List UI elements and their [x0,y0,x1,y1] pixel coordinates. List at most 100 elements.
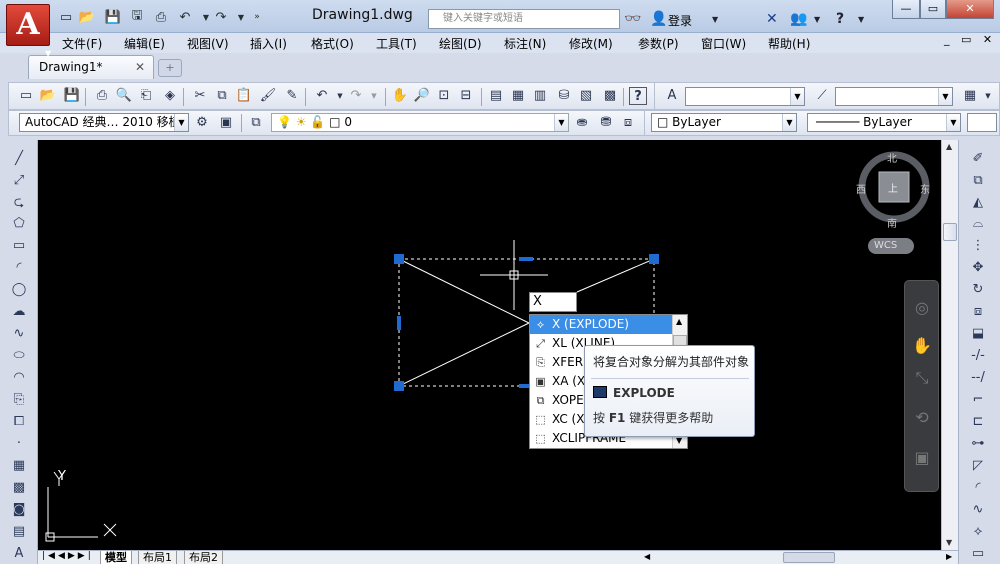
zoom-window-icon[interactable]: ⊡ [435,87,453,105]
chamfer-icon[interactable]: ◸ [967,457,989,475]
menu-insert[interactable]: 插入(I) [250,35,287,52]
table-style-dropdown-icon[interactable]: ▼ [979,87,997,105]
new-tab-button[interactable]: + [158,59,182,77]
line-icon[interactable]: ╱ [8,150,30,168]
scale-icon[interactable]: ⧈ [967,303,989,321]
user-group-icon[interactable]: 👥 [790,11,807,27]
layer-properties-icon[interactable]: ⧉ [247,114,265,132]
help-icon[interactable]: ? [836,11,844,27]
binoculars-icon[interactable]: 👓 [624,11,641,27]
viewcube-north[interactable]: 北 [887,150,897,165]
scroll-down-icon[interactable]: ▼ [946,538,952,547]
text-style-dropdown[interactable]: ▼ [685,87,805,106]
plot-icon[interactable]: ⎙ [93,87,111,105]
polyline-icon[interactable]: ⮎ [8,194,30,212]
stretch-icon[interactable]: ⬓ [967,325,989,343]
spline-icon[interactable]: ∿ [8,325,30,343]
zoom-realtime-icon[interactable]: 🔎 [413,87,431,105]
insert-block-icon[interactable]: ⎘ [8,391,30,409]
copy-object-icon[interactable]: ⧉ [967,172,989,190]
rotate-icon[interactable]: ↻ [967,281,989,299]
scroll-right-icon[interactable]: ▶ [946,552,952,561]
undo-icon[interactable]: ↶ [313,87,331,105]
offset-icon[interactable]: ⌓ [967,215,989,233]
new-file-icon[interactable]: ▭ [57,9,75,25]
cut-icon[interactable]: ✂ [191,87,209,105]
more-commands-icon[interactable]: » [248,9,266,25]
publish-icon[interactable]: ⎗ [137,87,155,105]
design-center-icon[interactable]: ▦ [509,87,527,105]
fillet-icon[interactable]: ◜ [967,479,989,497]
autocomplete-item-explode[interactable]: ⟡ X (EXPLODE) [530,315,672,334]
menu-file[interactable]: 文件(F) [62,35,102,52]
undo-icon[interactable]: ↶ [176,9,194,25]
save-icon[interactable]: 💾 [104,9,122,25]
lineweight-dropdown[interactable] [967,113,997,132]
gradient-icon[interactable]: ▩ [8,479,30,497]
join-icon[interactable]: ⊶ [967,435,989,453]
zoom-previous-icon[interactable]: ⊟ [457,87,475,105]
paste-icon[interactable]: 📋 [235,87,253,105]
drawing-canvas[interactable]: 北 南 东 西 上 WCS ◎ ✋ ⤡ ⟲ ▣ Y X X ⟡X (EXPLOD… [38,140,941,550]
construction-line-icon[interactable]: ⤢ [8,172,30,190]
revision-cloud-icon[interactable]: ☁ [8,303,30,321]
hatch-icon[interactable]: ▦ [8,457,30,475]
linetype-dropdown[interactable]: ────── ByLayer ▼ [807,113,961,132]
menu-dimension[interactable]: 标注(N) [504,35,546,52]
dim-style-icon[interactable]: ⟋ [813,87,831,105]
arc-icon[interactable]: ◜ [8,259,30,277]
block-editor-icon[interactable]: ✎ [283,87,301,105]
viewcube-south[interactable]: 南 [887,215,897,230]
erase-icon[interactable]: ✐ [967,150,989,168]
calculator-icon[interactable]: ▩ [601,87,619,105]
rectangle-icon[interactable]: ▭ [8,237,30,255]
point-icon[interactable]: · [8,435,30,453]
viewcube-top-face[interactable]: 上 [888,180,898,195]
search-input[interactable]: 键入关键字或短语 [428,9,620,29]
pan-icon[interactable]: ✋ [391,87,409,105]
workspace-icon[interactable]: ▣ [217,114,235,132]
layer-state-icon[interactable]: ⧈ [619,114,637,132]
scroll-up-icon[interactable]: ▲ [946,142,952,151]
close-button[interactable]: ✕ [946,0,994,19]
layer-dropdown[interactable]: 💡 ☀ 🔓 □ 0 ▼ [271,113,569,132]
properties-icon[interactable]: ▤ [487,87,505,105]
menu-view[interactable]: 视图(V) [187,35,229,52]
color-dropdown[interactable]: □ ByLayer ▼ [651,113,797,132]
trim-icon[interactable]: -/- [967,347,989,365]
save-as-icon[interactable]: 🖫 [128,8,146,25]
ellipse-icon[interactable]: ⬭ [8,347,30,365]
open-icon[interactable]: 📂 [39,87,57,105]
showmotion-icon[interactable]: ▣ [909,445,935,471]
scroll-down-icon[interactable]: ▼ [676,436,682,445]
application-menu-button[interactable]: A ▼ [6,4,51,58]
vertical-scrollbar[interactable]: ▲ ▼ [941,140,958,550]
help-dropdown-icon[interactable]: ▼ [858,15,864,24]
dynamic-input-field[interactable]: X [529,292,577,312]
more-tools-icon[interactable]: ▭ [967,545,989,563]
wcs-menu[interactable]: WCS [868,238,914,254]
horizontal-scroll-thumb[interactable] [783,552,835,563]
multiline-text-icon[interactable]: A [8,545,30,563]
layout-nav-arrows-icon[interactable]: |◀◀▶▶| [42,551,94,561]
viewcube-west[interactable]: 西 [856,181,866,196]
copy-icon[interactable]: ⧉ [213,87,231,105]
table-icon[interactable]: ▤ [8,523,30,541]
save-icon[interactable]: 💾 [63,87,81,105]
maximize-button[interactable]: ▭ [920,0,946,19]
blend-curves-icon[interactable]: ∿ [967,501,989,519]
login-dropdown-icon[interactable]: ▼ [712,15,718,24]
viewcube-east[interactable]: 东 [920,181,930,196]
scroll-up-icon[interactable]: ▲ [676,317,682,326]
tab-model[interactable]: 模型 [100,551,132,564]
menu-parameter[interactable]: 参数(P) [638,35,679,52]
break-at-point-icon[interactable]: ⌐ [967,391,989,409]
plot-preview-icon[interactable]: 🔍 [115,87,133,105]
open-folder-icon[interactable]: 📂 [78,9,96,25]
3d-dwf-icon[interactable]: ◈ [161,87,179,105]
menu-help[interactable]: 帮助(H) [768,35,810,52]
dim-style-dropdown[interactable]: ▼ [835,87,953,106]
table-style-icon[interactable]: ▦ [961,87,979,105]
zoom-extents-icon[interactable]: ⤡ [909,365,935,391]
group-dropdown-icon[interactable]: ▼ [814,15,820,24]
